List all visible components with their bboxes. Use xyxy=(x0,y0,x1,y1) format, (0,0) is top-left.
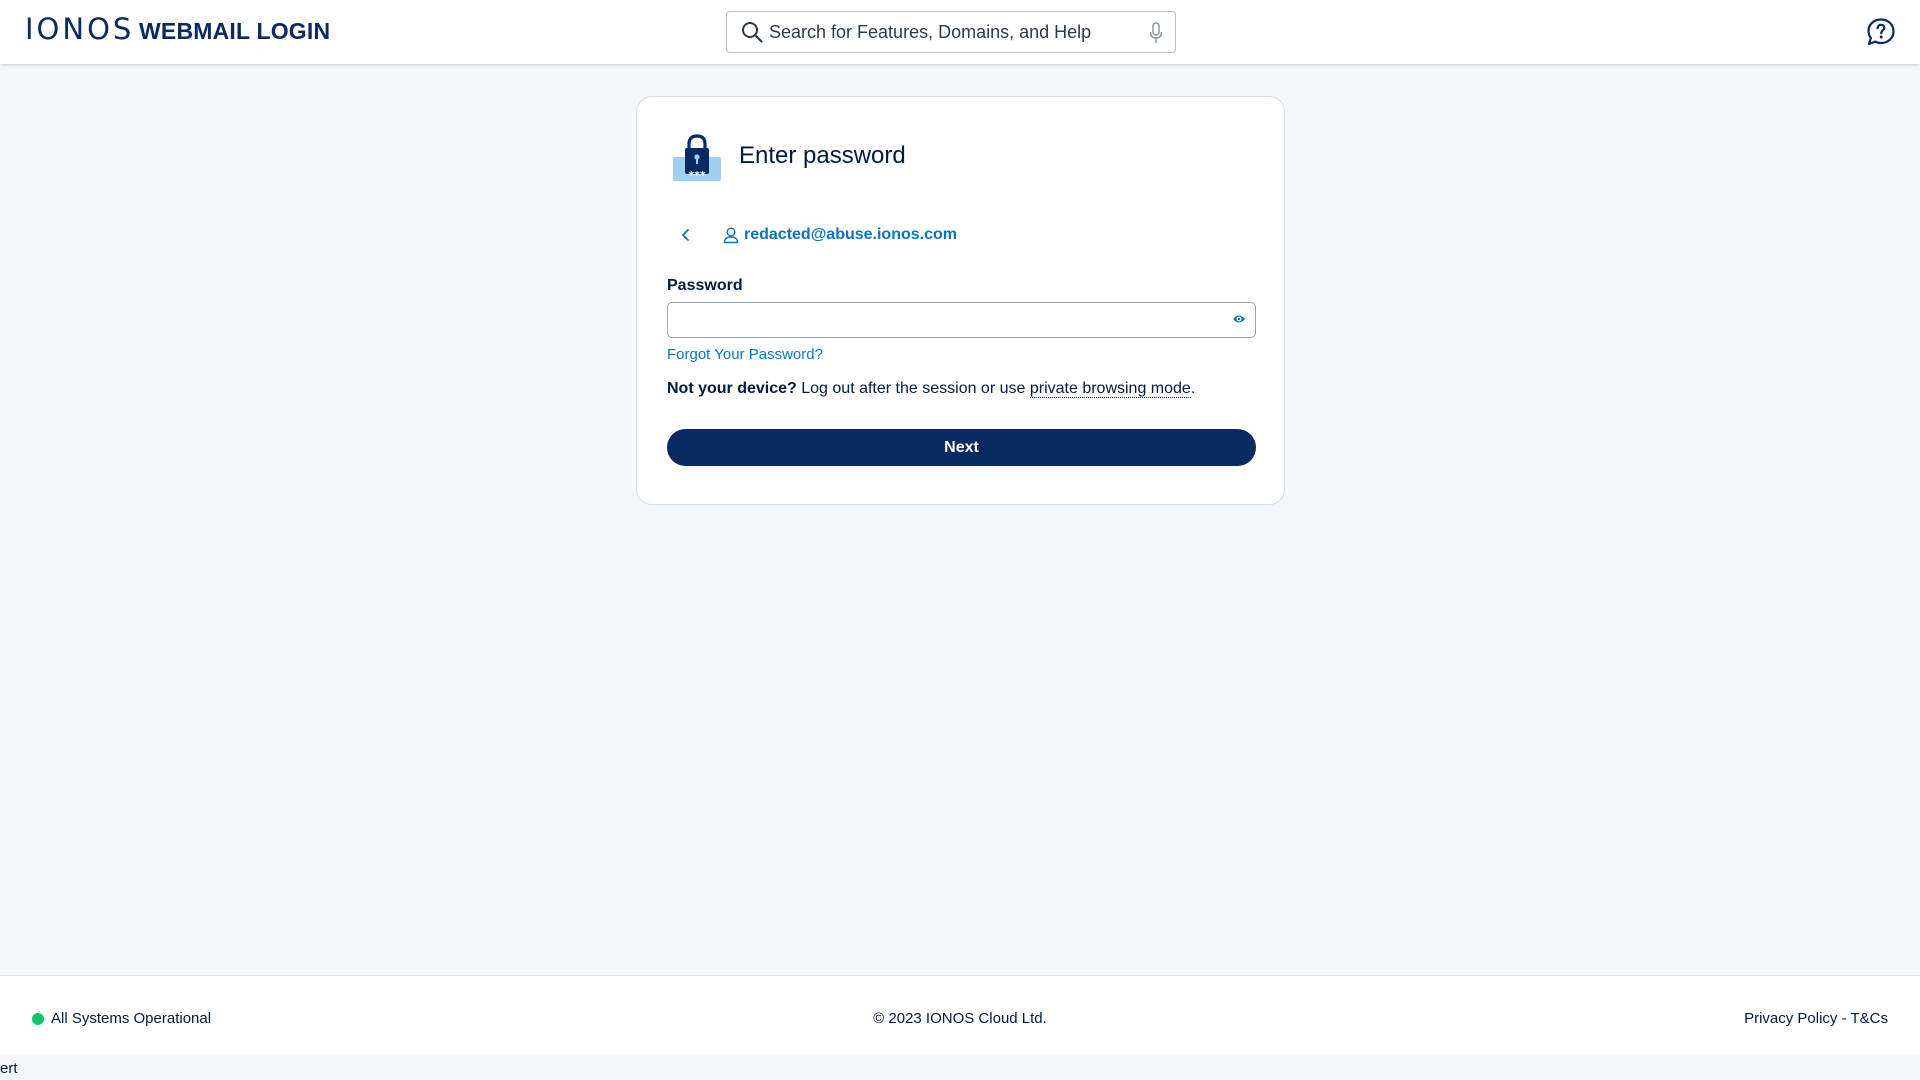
ionos-logo[interactable]: IONOS xyxy=(25,13,134,45)
login-page: IONOS WEBMAIL LOGIN Search for Features,… xyxy=(0,0,1920,1080)
top-header: IONOS WEBMAIL LOGIN xyxy=(0,0,1920,64)
account-email: redacted@abuse.ionos.com xyxy=(744,226,957,243)
password-field xyxy=(667,302,1256,338)
terms-link[interactable]: T&Cs xyxy=(1851,1010,1889,1027)
password-label: Password xyxy=(667,277,743,294)
stray-text: ert xyxy=(0,1060,18,1077)
login-card: *** Enter password redacted@abuse.ionos.… xyxy=(636,96,1285,505)
search-input[interactable] xyxy=(769,12,1129,52)
search-icon xyxy=(742,22,763,43)
notice-bold: Not your device? xyxy=(667,380,797,397)
device-notice: Not your device? Log out after the sessi… xyxy=(667,379,1195,399)
chevron-left-icon[interactable] xyxy=(679,225,693,245)
eye-icon[interactable] xyxy=(1232,313,1246,325)
page-footer: All Systems Operational © 2023 IONOS Clo… xyxy=(0,975,1920,1055)
card-title: Enter password xyxy=(739,142,906,169)
notice-end: . xyxy=(1190,380,1196,397)
next-button[interactable]: Next xyxy=(667,429,1256,466)
private-browsing-link[interactable]: private browsing mode xyxy=(1029,380,1191,398)
copyright-text: © 2023 IONOS Cloud Ltd. xyxy=(873,1010,1047,1027)
legal-links: Privacy Policy - T&Cs xyxy=(1744,1009,1888,1029)
padlock-password-icon: *** xyxy=(673,134,721,182)
help-chat-icon[interactable] xyxy=(1866,17,1896,47)
forgot-password-link[interactable]: Forgot Your Password? xyxy=(667,345,823,365)
legal-separator: - xyxy=(1837,1010,1851,1027)
microphone-icon[interactable] xyxy=(1149,22,1163,44)
user-icon xyxy=(723,227,739,244)
search-box xyxy=(726,11,1176,53)
password-input[interactable] xyxy=(678,305,1218,335)
svg-text:***: *** xyxy=(688,169,706,182)
app-title: WEBMAIL LOGIN xyxy=(139,18,331,44)
notice-text: Log out after the session or use xyxy=(796,380,1030,397)
privacy-policy-link[interactable]: Privacy Policy xyxy=(1744,1010,1837,1027)
